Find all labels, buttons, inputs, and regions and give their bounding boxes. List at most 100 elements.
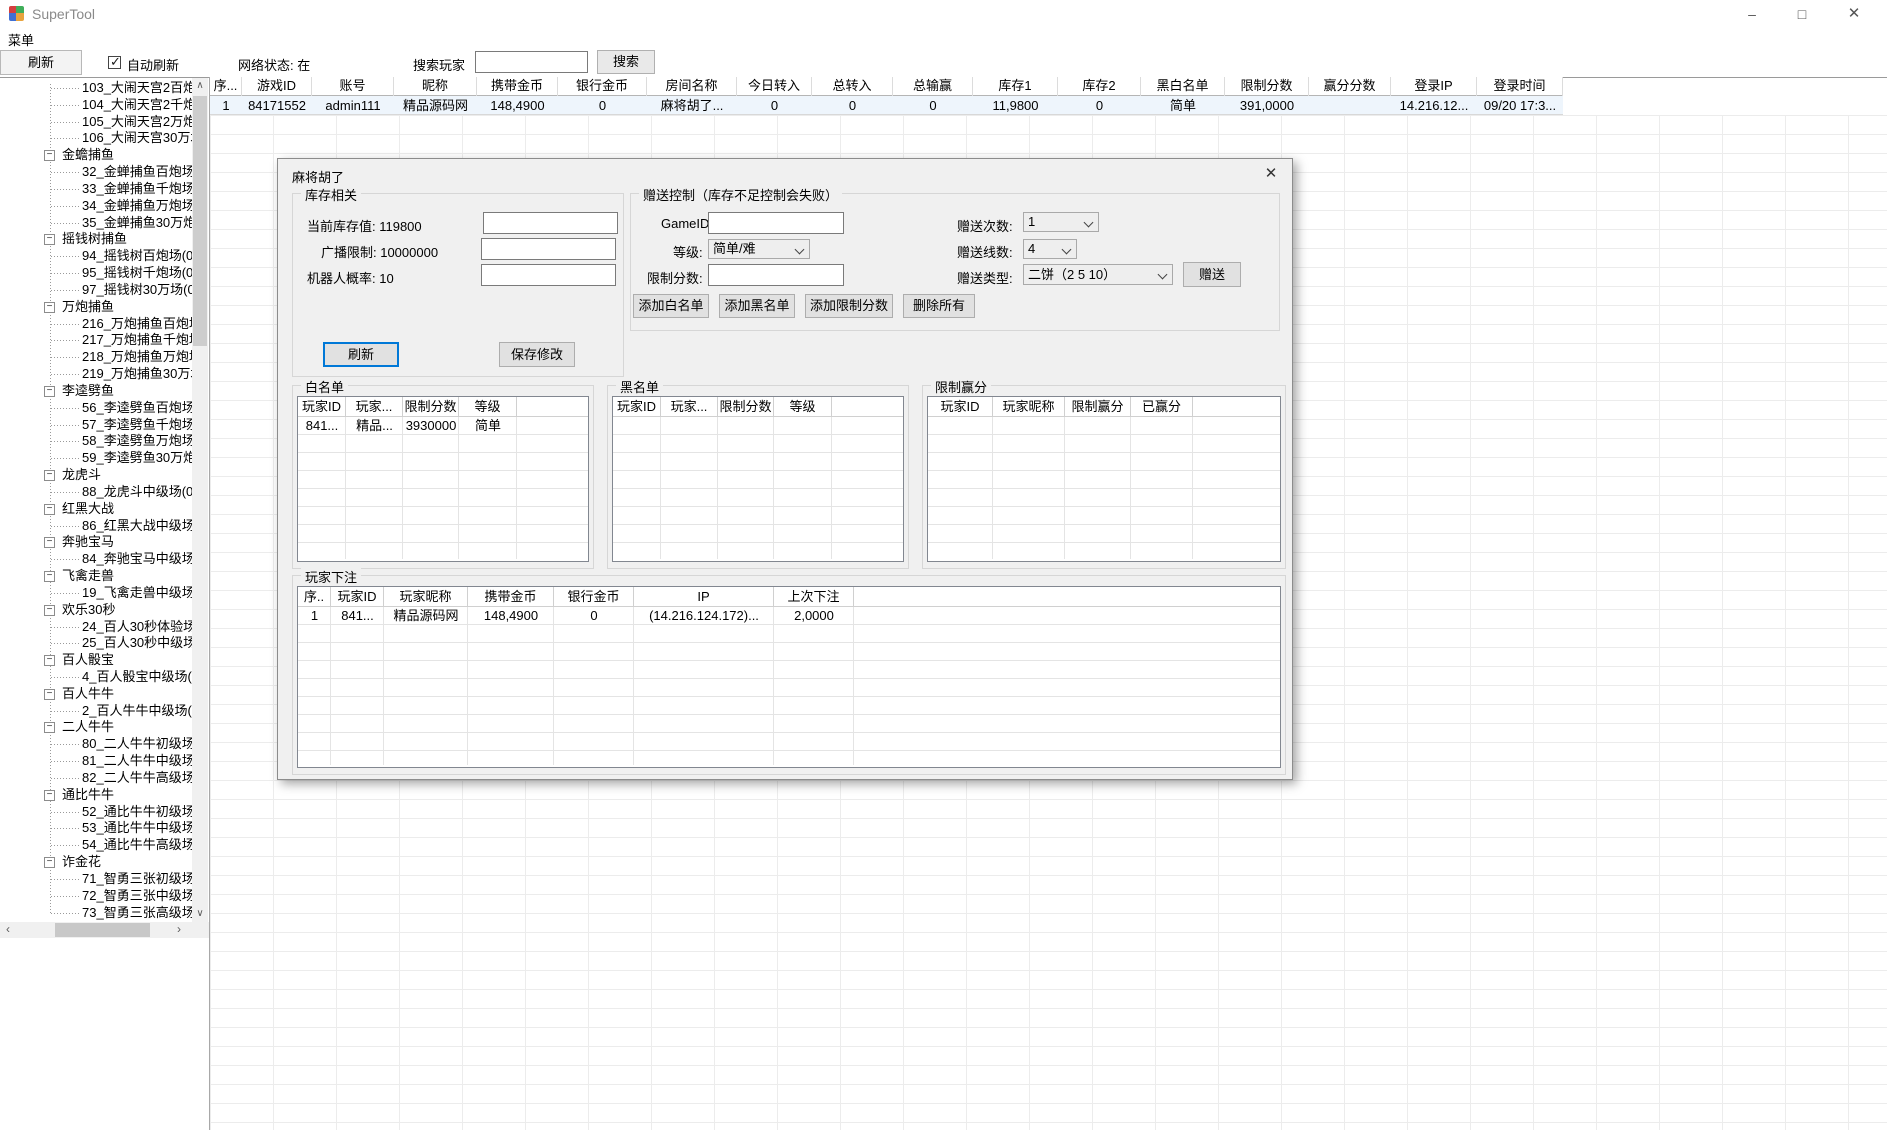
tree-node[interactable]: − 李逵劈鱼 <box>0 383 192 400</box>
tree-leaf[interactable]: 25_百人30秒中级场(0 <box>0 635 192 652</box>
tree-leaf[interactable]: 58_李逵劈鱼万炮场(0 <box>0 433 192 450</box>
maximize-icon[interactable]: □ <box>1779 0 1825 28</box>
search-button[interactable]: 搜索 <box>597 50 655 74</box>
tree-node[interactable]: − 龙虎斗 <box>0 467 192 484</box>
column-header[interactable]: 昵称 <box>394 77 477 96</box>
column-header[interactable]: 上次下注 <box>774 587 854 607</box>
column-header[interactable]: 赢分分数 <box>1309 77 1391 96</box>
save-changes-button[interactable]: 保存修改 <box>499 342 575 367</box>
tree-leaf[interactable]: 94_摇钱树百炮场(0) <box>0 248 192 265</box>
tree-node[interactable]: − 通比牛牛 <box>0 787 192 804</box>
collapse-icon[interactable]: − <box>44 301 55 313</box>
tree-leaf[interactable]: 2_百人牛牛中级场(0 <box>0 703 192 720</box>
tree-leaf[interactable]: 73_智勇三张高级场(0 <box>0 905 192 922</box>
table-row[interactable]: 1 841... 精品源码网 148,4900 0 (14.216.124.172)...… <box>298 607 1280 625</box>
column-header[interactable]: 等级 <box>774 397 832 417</box>
column-header[interactable]: 房间名称 <box>647 77 737 96</box>
column-header[interactable]: 玩家ID <box>331 587 384 607</box>
tree-leaf[interactable]: 72_智勇三张中级场(0 <box>0 888 192 905</box>
column-header[interactable]: 银行金币 <box>558 77 647 96</box>
column-header[interactable]: 已赢分 <box>1131 397 1193 417</box>
column-header[interactable]: 玩家... <box>346 397 403 417</box>
collapse-icon[interactable]: − <box>44 571 55 583</box>
collapse-icon[interactable]: − <box>44 150 55 162</box>
collapse-icon[interactable]: − <box>44 655 55 667</box>
collapse-icon[interactable]: − <box>44 688 55 700</box>
dialog-refresh-button[interactable]: 刷新 <box>323 342 399 367</box>
limit-score-input[interactable] <box>708 264 844 286</box>
tree-leaf[interactable]: 88_龙虎斗中级场(0) <box>0 484 192 501</box>
column-header[interactable]: 携带金币 <box>468 587 554 607</box>
column-header[interactable]: 总输赢 <box>893 77 973 96</box>
current-stock-input[interactable] <box>483 212 618 234</box>
table-row[interactable]: 1 84171552 admin111 精品源码网 148,4900 0 麻将胡了... 0 0… <box>210 96 1563 115</box>
scroll-left-icon[interactable]: ‹ <box>0 922 16 938</box>
gift-times-select[interactable]: 1 <box>1023 212 1099 232</box>
tree-node[interactable]: − 诈金花 <box>0 854 192 871</box>
collapse-icon[interactable]: − <box>44 789 55 801</box>
collapse-icon[interactable]: − <box>44 385 55 397</box>
tree-leaf[interactable]: 80_二人牛牛初级场(0 <box>0 736 192 753</box>
column-header[interactable]: 玩家ID <box>928 397 993 417</box>
column-header[interactable]: 玩家ID <box>613 397 661 417</box>
minimize-icon[interactable]: – <box>1729 0 1775 28</box>
tree-node[interactable]: − 万炮捕鱼 <box>0 299 192 316</box>
gift-lines-select[interactable]: 4 <box>1023 239 1077 259</box>
scrollbar-thumb[interactable] <box>193 96 207 346</box>
collapse-icon[interactable]: − <box>44 604 55 616</box>
tree-leaf[interactable]: 97_摇钱树30万场(0) <box>0 282 192 299</box>
column-header[interactable]: 玩家昵称 <box>384 587 468 607</box>
column-header[interactable]: 限制分数 <box>1225 77 1309 96</box>
column-header[interactable]: 登录IP <box>1391 77 1477 96</box>
collapse-icon[interactable]: − <box>44 470 55 482</box>
column-header[interactable]: 等级 <box>459 397 517 417</box>
gift-type-select[interactable]: 二饼（2 5 10） <box>1023 264 1173 285</box>
tree-leaf[interactable]: 35_金蝉捕鱼30万炮(0 <box>0 215 192 232</box>
scroll-up-icon[interactable]: ∧ <box>192 78 208 94</box>
column-header[interactable]: 序.. <box>298 587 331 607</box>
tree-leaf[interactable]: 4_百人骰宝中级场(0) <box>0 669 192 686</box>
refresh-button[interactable]: 刷新 <box>0 50 82 75</box>
tree-leaf[interactable]: 34_金蝉捕鱼万炮场(0 <box>0 198 192 215</box>
tree-node[interactable]: − 摇钱树捕鱼 <box>0 231 192 248</box>
collapse-icon[interactable]: − <box>44 503 55 515</box>
tree-leaf[interactable]: 81_二人牛牛中级场(0 <box>0 753 192 770</box>
tree-leaf[interactable]: 216_万炮捕鱼百炮场( <box>0 316 192 333</box>
tree-leaf[interactable]: 52_通比牛牛初级场(0 <box>0 804 192 821</box>
tree-leaf[interactable]: 71_智勇三张初级场(0 <box>0 871 192 888</box>
tree-node[interactable]: − 二人牛牛 <box>0 719 192 736</box>
column-header[interactable]: 黑白名单 <box>1141 77 1225 96</box>
add-whitelist-button[interactable]: 添加白名单 <box>633 294 709 318</box>
column-header[interactable]: 携带金币 <box>477 77 558 96</box>
tree-leaf[interactable]: 56_李逵劈鱼百炮场(0 <box>0 400 192 417</box>
table-row[interactable]: 841... 精品... 3930000 简单 <box>298 417 588 435</box>
column-header[interactable]: 玩家... <box>661 397 718 417</box>
robot-probability-input[interactable] <box>481 264 616 286</box>
tree-leaf[interactable]: 57_李逵劈鱼千炮场(0 <box>0 417 192 434</box>
search-input[interactable] <box>475 51 588 73</box>
column-header[interactable]: 总转入 <box>812 77 893 96</box>
add-limit-score-button[interactable]: 添加限制分数 <box>805 294 893 318</box>
tree-node[interactable]: − 欢乐30秒 <box>0 602 192 619</box>
add-blacklist-button[interactable]: 添加黑名单 <box>719 294 795 318</box>
scrollbar-thumb[interactable] <box>55 923 150 937</box>
column-header[interactable]: 游戏ID <box>242 77 312 96</box>
menu-item-menu[interactable]: 菜单 <box>8 30 34 49</box>
tree-leaf[interactable]: 105_大闹天宫2万炮场( <box>0 114 192 131</box>
delete-all-button[interactable]: 删除所有 <box>903 294 975 318</box>
column-header[interactable]: 限制赢分 <box>1065 397 1131 417</box>
column-header[interactable]: 银行金币 <box>554 587 634 607</box>
tree-leaf[interactable]: 84_奔驰宝马中级场(0 <box>0 551 192 568</box>
collapse-icon[interactable]: − <box>44 234 55 246</box>
tree-leaf[interactable]: 53_通比牛牛中级场(0 <box>0 820 192 837</box>
tree-leaf[interactable]: 82_二人牛牛高级场(0 <box>0 770 192 787</box>
tree-leaf[interactable]: 103_大闹天宫2百炮场 <box>0 80 192 97</box>
tree-leaf[interactable]: 24_百人30秒体验场(0 <box>0 619 192 636</box>
column-header[interactable]: 限制分数 <box>403 397 459 417</box>
tree-leaf[interactable]: 32_金蝉捕鱼百炮场(0 <box>0 164 192 181</box>
tree-leaf[interactable]: 59_李逵劈鱼30万炮场 <box>0 450 192 467</box>
column-header[interactable]: 序... <box>210 77 242 96</box>
collapse-icon[interactable]: − <box>44 537 55 549</box>
column-header[interactable]: IP <box>634 587 774 607</box>
tree-leaf[interactable]: 219_万炮捕鱼30万场( <box>0 366 192 383</box>
